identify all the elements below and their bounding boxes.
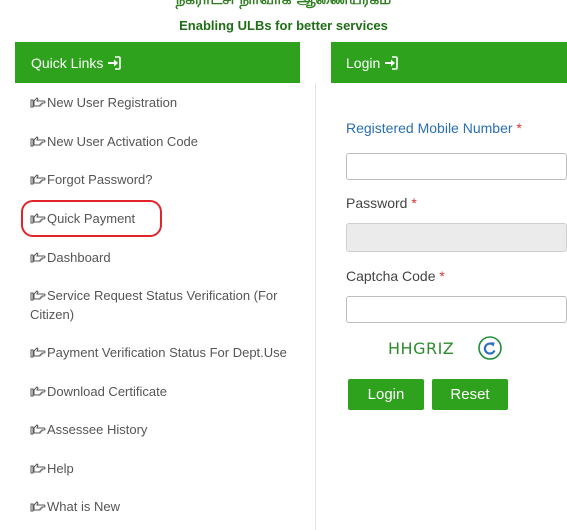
password-label: Password * <box>346 195 417 211</box>
quick-links-title: Quick Links <box>31 54 104 71</box>
department-title: நகராட்சி நிர்வாக ஆணையரகம் <box>0 0 567 10</box>
link-dashboard[interactable]: Dashboard <box>30 248 290 267</box>
hand-pointer-icon <box>30 174 46 185</box>
required-mark: * <box>439 268 445 284</box>
login-header: Login <box>331 42 567 83</box>
password-input[interactable] <box>346 223 567 252</box>
link-new-user-activation-code[interactable]: New User Activation Code <box>30 132 290 151</box>
quick-links-header: Quick Links <box>15 42 300 83</box>
hand-pointer-icon <box>30 501 46 512</box>
hand-pointer-icon <box>30 424 46 435</box>
hand-pointer-icon <box>30 347 46 358</box>
link-help[interactable]: Help <box>30 459 290 478</box>
panel-divider <box>315 83 316 530</box>
sign-in-icon <box>385 55 399 70</box>
mobile-label: Registered Mobile Number * <box>346 120 522 136</box>
captcha-label: Captcha Code * <box>346 268 445 284</box>
hand-pointer-icon <box>30 252 46 263</box>
hand-pointer-icon <box>30 386 46 397</box>
login-title: Login <box>346 54 381 71</box>
captcha-image-text: HHGRIZ <box>388 339 455 358</box>
link-what-is-new[interactable]: What is New <box>30 497 290 516</box>
link-download-certificate[interactable]: Download Certificate <box>30 382 290 401</box>
login-button[interactable]: Login <box>348 379 424 410</box>
hand-pointer-icon <box>30 290 46 301</box>
link-assessee-history[interactable]: Assessee History <box>30 420 290 439</box>
hand-pointer-icon <box>30 97 46 108</box>
quick-payment-highlight <box>21 200 162 237</box>
link-forgot-password[interactable]: Forgot Password? <box>30 170 290 189</box>
mobile-number-input[interactable] <box>346 153 567 180</box>
link-service-request-status[interactable]: Service Request Status Verification (For… <box>30 286 290 324</box>
required-mark: * <box>411 195 417 211</box>
link-payment-verification-status[interactable]: Payment Verification Status For Dept.Use <box>30 343 290 362</box>
hand-pointer-icon <box>30 136 46 147</box>
required-mark: * <box>516 120 522 136</box>
tagline: Enabling ULBs for better services <box>179 18 388 33</box>
refresh-captcha-icon[interactable] <box>478 336 502 360</box>
reset-button[interactable]: Reset <box>432 379 508 410</box>
sign-in-icon <box>108 55 122 70</box>
link-new-user-registration[interactable]: New User Registration <box>30 93 290 112</box>
captcha-input[interactable] <box>346 296 567 323</box>
hand-pointer-icon <box>30 463 46 474</box>
